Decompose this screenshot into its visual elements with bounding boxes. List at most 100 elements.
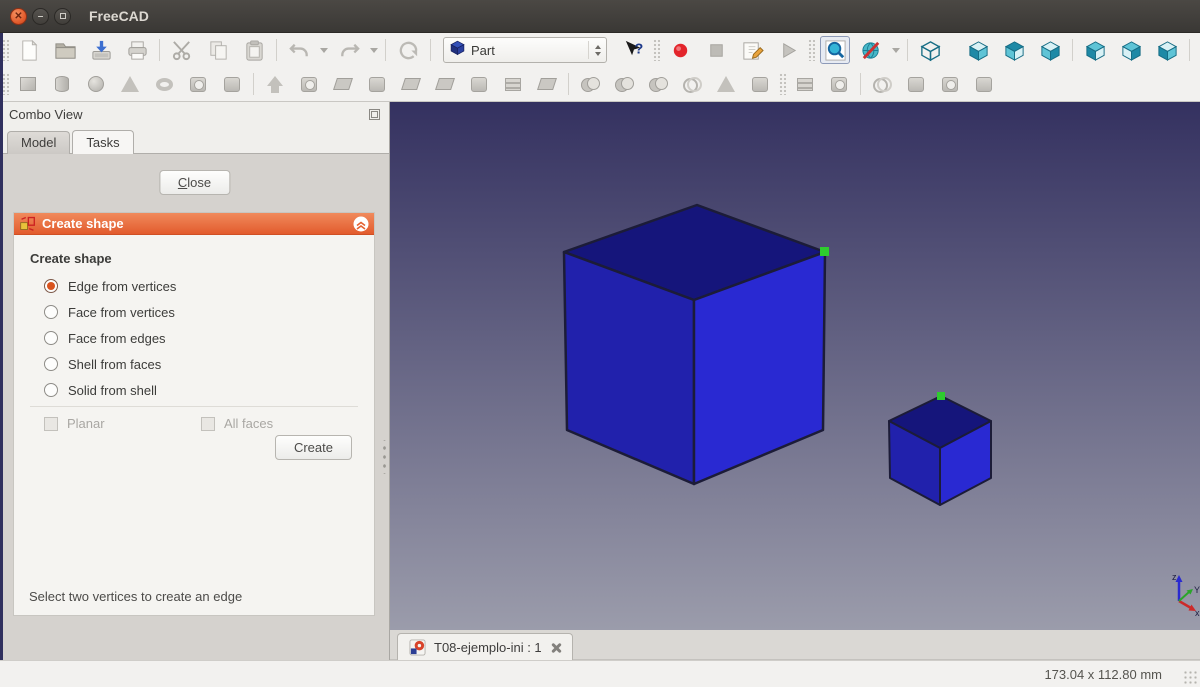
part-shape-builder-button[interactable] — [218, 70, 246, 98]
part-boolean-button[interactable] — [576, 70, 604, 98]
window-close-button[interactable]: ✕ — [10, 8, 27, 25]
print-button[interactable] — [122, 36, 152, 64]
save-document-button[interactable] — [86, 36, 116, 64]
part-check-geometry-button[interactable] — [712, 70, 740, 98]
part-sweep-button[interactable] — [533, 70, 561, 98]
part-cross-sections-button[interactable] — [791, 70, 819, 98]
radio-circle[interactable] — [44, 331, 58, 345]
checkbox-planar[interactable]: Planar — [44, 416, 201, 431]
tab-tasks[interactable]: Tasks — [72, 130, 133, 154]
radio-circle[interactable] — [44, 279, 58, 293]
draw-style-button[interactable] — [856, 36, 886, 64]
macro-stop-button[interactable] — [701, 36, 731, 64]
part-toolbar-handle[interactable] — [2, 73, 9, 95]
refresh-button[interactable] — [393, 36, 423, 64]
radio-option-face-from-edges[interactable]: Face from edges — [44, 325, 358, 351]
view-right-button[interactable] — [1035, 36, 1065, 64]
copy-button[interactable] — [203, 36, 233, 64]
macro-play-button[interactable] — [773, 36, 803, 64]
fit-all-button[interactable] — [820, 36, 850, 64]
open-document-button[interactable] — [50, 36, 80, 64]
combo-spinner[interactable] — [588, 41, 601, 59]
radio-option-solid-from-shell[interactable]: Solid from shell — [44, 377, 358, 403]
view-bottom-button[interactable] — [1116, 36, 1146, 64]
float-panel-icon[interactable] — [369, 109, 380, 120]
macro-edit-button[interactable] — [737, 36, 767, 64]
cut-button[interactable] — [167, 36, 197, 64]
small-cube[interactable] — [889, 392, 991, 505]
radio-option-face-from-vertices[interactable]: Face from vertices — [44, 299, 358, 325]
part-mirror-button[interactable] — [329, 70, 357, 98]
macro-record-button[interactable] — [665, 36, 695, 64]
part-loft-button[interactable] — [499, 70, 527, 98]
part-box-button[interactable] — [14, 70, 42, 98]
measure-angular-button[interactable] — [868, 70, 896, 98]
resize-grip[interactable] — [1183, 670, 1197, 684]
macro-toolbar-handle[interactable] — [653, 39, 660, 61]
view-axonometric-button[interactable] — [915, 36, 945, 64]
radio-circle[interactable] — [44, 305, 58, 319]
file-toolbar-handle[interactable] — [2, 39, 9, 61]
part-defeaturing-button[interactable] — [746, 70, 774, 98]
part-extrude-button[interactable] — [261, 70, 289, 98]
measure-refresh-button[interactable] — [902, 70, 930, 98]
close-document-icon[interactable] — [550, 642, 561, 653]
close-button[interactable]: Close — [159, 170, 230, 195]
part-union-icon — [649, 77, 668, 91]
measure-toggle-all-button[interactable] — [936, 70, 964, 98]
part-union-button[interactable] — [644, 70, 672, 98]
document-tab[interactable]: T08-ejemplo-ini : 1 — [397, 633, 573, 660]
draw-style-dropdown[interactable] — [889, 37, 903, 63]
panel-splitter-handle[interactable] — [381, 440, 388, 474]
view-top-button[interactable] — [999, 36, 1029, 64]
measure-linear-button[interactable] — [825, 70, 853, 98]
create-shape-header[interactable]: Create shape — [14, 213, 374, 235]
whats-this-button[interactable]: ? — [618, 36, 648, 64]
part-create-primitives-button[interactable] — [184, 70, 212, 98]
part-sphere-button[interactable] — [82, 70, 110, 98]
view-rear-button[interactable] — [1080, 36, 1110, 64]
radio-option-edge-from-vertices[interactable]: Edge from vertices — [44, 273, 358, 299]
radio-option-shell-from-faces[interactable]: Shell from faces — [44, 351, 358, 377]
new-document-button[interactable] — [14, 36, 44, 64]
window-maximize-button[interactable] — [54, 8, 71, 25]
tab-model[interactable]: Model — [7, 131, 70, 154]
part-torus-button[interactable] — [150, 70, 178, 98]
selected-vertex-small[interactable] — [937, 392, 945, 400]
selected-vertex-large[interactable] — [820, 247, 829, 256]
part-make-face-button[interactable] — [431, 70, 459, 98]
view-left-button[interactable] — [1152, 36, 1182, 64]
part-boolean-icon — [581, 77, 600, 91]
part-fillet-button[interactable] — [363, 70, 391, 98]
redo-button[interactable] — [334, 36, 364, 64]
paste-button[interactable] — [239, 36, 269, 64]
checkbox-box[interactable] — [201, 417, 215, 431]
create-button[interactable]: Create — [275, 435, 352, 460]
part-intersection-button[interactable] — [678, 70, 706, 98]
view-toolbar-handle[interactable] — [808, 39, 815, 61]
checkbox-all-faces[interactable]: All faces — [201, 416, 358, 431]
checkbox-box[interactable] — [44, 417, 58, 431]
redo-dropdown[interactable] — [367, 37, 381, 63]
undo-dropdown[interactable] — [317, 37, 331, 63]
measure-toggle-delta-button[interactable] — [970, 70, 998, 98]
collapse-section-icon[interactable] — [353, 216, 369, 232]
workbench-selector[interactable]: Part — [443, 37, 607, 63]
part-cone-button[interactable] — [116, 70, 144, 98]
radio-circle[interactable] — [44, 383, 58, 397]
3d-viewport[interactable]: z Y x — [390, 102, 1200, 630]
window-minimize-button[interactable]: – — [32, 8, 49, 25]
part-chamfer-button[interactable] — [397, 70, 425, 98]
redo-icon — [338, 39, 361, 62]
view-axonometric-icon — [919, 39, 942, 62]
measure-toolbar-handle[interactable] — [779, 73, 786, 95]
part-cylinder-button[interactable] — [48, 70, 76, 98]
view-front-button[interactable] — [963, 36, 993, 64]
shape-builder-icon — [19, 215, 36, 232]
part-cut-button[interactable] — [610, 70, 638, 98]
undo-button[interactable] — [284, 36, 314, 64]
radio-circle[interactable] — [44, 357, 58, 371]
part-revolve-button[interactable] — [295, 70, 323, 98]
large-cube[interactable] — [564, 205, 829, 484]
part-ruled-surface-button[interactable] — [465, 70, 493, 98]
